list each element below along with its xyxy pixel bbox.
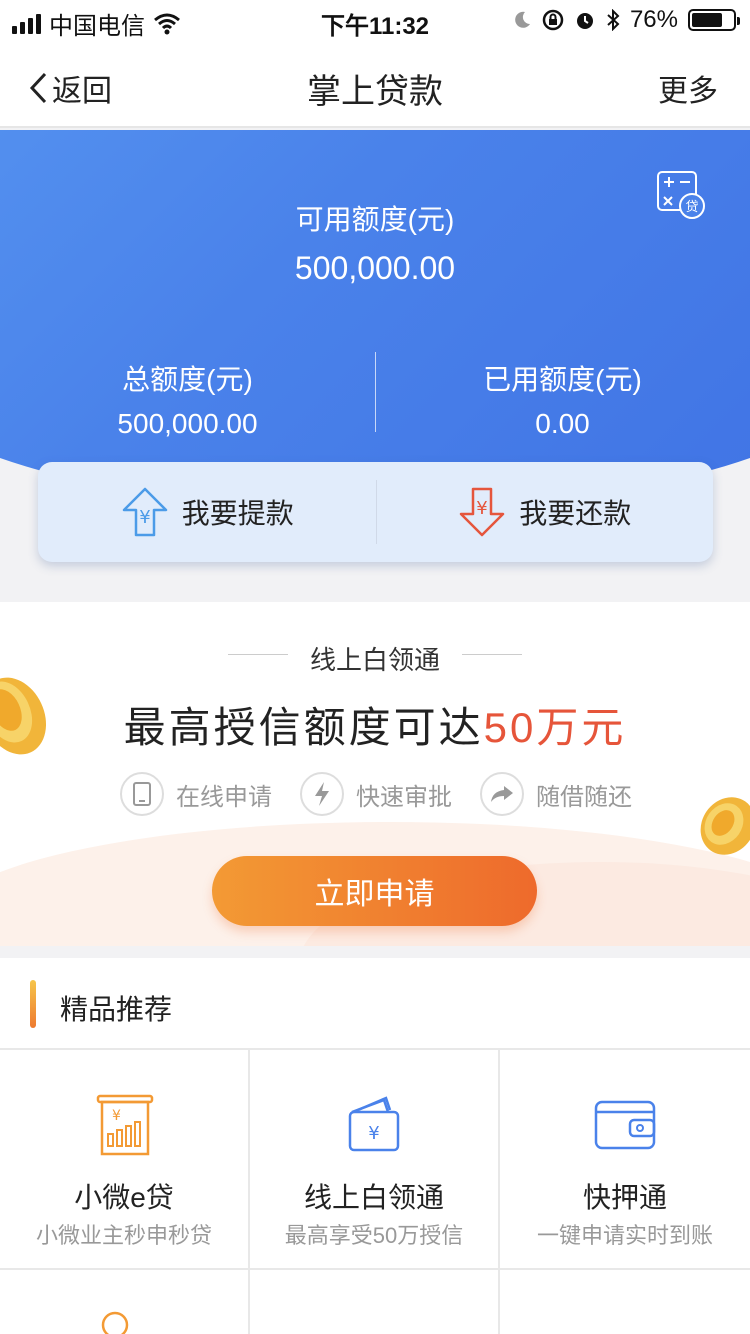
receipt-chart-icon: ¥ [96,1094,154,1156]
alarm-icon [576,13,593,29]
rotation-lock-icon [542,9,564,31]
arrow-icon [480,772,524,816]
feature-item: 在线申请 [120,772,272,816]
repay-button[interactable]: ¥ 我要还款 [375,462,714,562]
feature-list: 在线申请 快速审批 随借随还 [120,772,632,816]
product-card-empty [500,1270,750,1334]
feature-item: 随借随还 [480,772,632,816]
coin-icon [700,797,750,855]
section-title: 精品推荐 [60,994,173,1025]
wallet-icon [594,1100,656,1150]
used-credit: 已用额度(元) 0.00 [375,358,750,440]
action-card: ¥ 我要提款 ¥ 我要还款 [38,462,713,562]
feature-label: 随借随还 [536,783,632,811]
product-name: 线上白领通 [303,1182,444,1213]
battery-percent: 76% [629,6,678,33]
feature-label: 在线申请 [176,783,272,811]
product-name: 快押通 [582,1182,667,1213]
product-card[interactable]: 快押通 一键申请实时到账 [500,1050,750,1270]
product-desc: 最高享受50万授信 [284,1223,464,1248]
promo-banner[interactable]: 线上白领通 最高授信额度可达50万元 在线申请 快速审批 随借随还 立即申请 [0,602,750,946]
svg-text:¥: ¥ [477,498,488,519]
product-desc: 小微业主秒申秒贷 [35,1223,212,1248]
hero-background [0,130,750,510]
yuan-wallet-icon: ¥ [348,1096,400,1152]
feature-label: 快速审批 [356,783,452,811]
download-yuan-icon: ¥ [459,487,505,537]
product-grid: ¥ 小微e贷 小微业主秒申秒贷 ¥ 线上白领通 最高享受50万授信 快押通 一键… [0,1048,750,1334]
used-credit-value: 0.00 [535,408,590,439]
svg-text:¥: ¥ [112,1108,121,1124]
upload-yuan-icon: ¥ [122,487,167,537]
svg-text:¥: ¥ [368,1123,379,1144]
product-desc: 一键申请实时到账 [536,1223,713,1248]
available-credit-label: 可用额度(元) [295,204,455,235]
withdraw-button[interactable]: ¥ 我要提款 [38,462,376,562]
product-card[interactable] [0,1270,250,1334]
lightning-icon [300,772,344,816]
battery-icon [688,9,740,31]
product-name: 小微e贷 [74,1182,174,1213]
feature-item: 快速审批 [300,772,452,816]
status-right: 76% [512,6,740,34]
more-button[interactable]: 更多 [658,66,718,110]
credit-summary: 贷 可用额度(元) 500,000.00 总额度(元) 500,000.00 已… [0,130,750,600]
headline-main: 最高授信额度可达 [123,704,484,751]
recommended-section: 精品推荐 ¥ 小微e贷 小微业主秒申秒贷 ¥ 线上白领通 最高享受50万授信 快… [0,958,750,1334]
nav-bar: 返回 掌上贷款 更多 [0,40,750,128]
product-icon [101,1311,129,1334]
headline-highlight: 50万元 [483,704,627,751]
used-credit-label: 已用额度(元) [483,364,642,395]
repay-label: 我要还款 [519,498,632,529]
section-header: 精品推荐 [0,958,750,1048]
svg-text:¥: ¥ [139,507,150,528]
product-card-empty [250,1270,500,1334]
moon-icon [515,11,530,28]
page: 中国电信 下午11:32 76% 返回 掌上贷款 更多 贷 可用额度(元) 50… [0,0,750,1334]
phone-icon [120,772,164,816]
promo-kicker: 线上白领通 [309,645,440,675]
total-credit-value: 500,000.00 [117,408,258,439]
product-card[interactable]: ¥ 线上白领通 最高享受50万授信 [250,1050,500,1270]
apply-now-button[interactable]: 立即申请 [212,856,537,926]
section-accent-bar [30,980,36,1028]
available-credit-value: 500,000.00 [294,250,456,286]
bluetooth-icon [607,9,620,31]
product-card[interactable]: ¥ 小微e贷 小微业主秒申秒贷 [0,1050,250,1270]
promo-headline: 最高授信额度可达50万元 [0,694,750,755]
status-bar: 中国电信 下午11:32 76% [0,0,750,40]
withdraw-label: 我要提款 [181,498,294,529]
total-credit-label: 总额度(元) [122,364,253,395]
total-credit: 总额度(元) 500,000.00 [0,358,375,440]
page-title: 掌上贷款 [307,73,443,111]
